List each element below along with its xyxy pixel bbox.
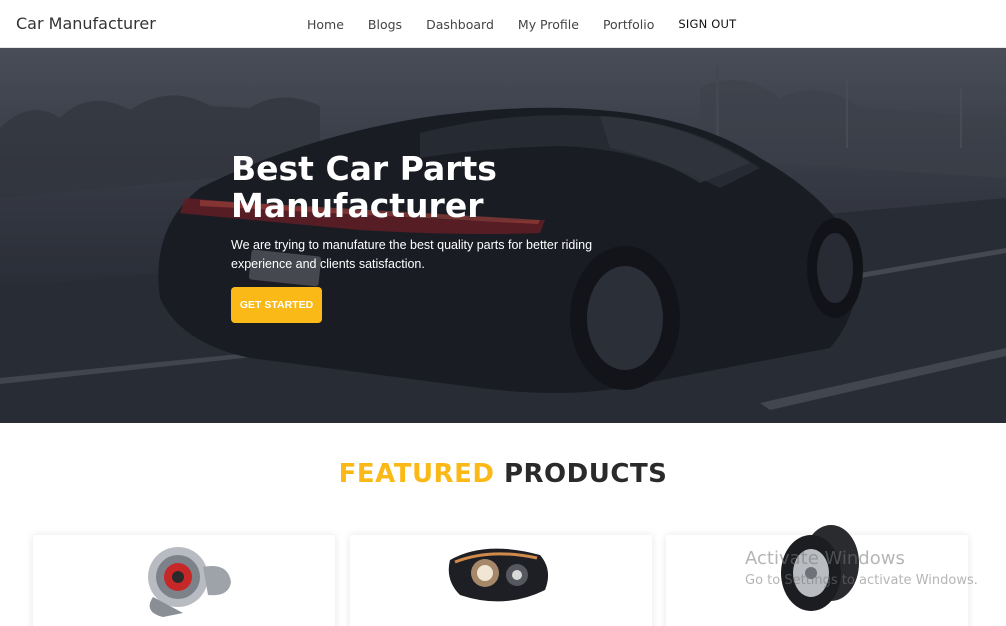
- get-started-button[interactable]: GET STARTED: [231, 287, 322, 323]
- hero-banner: Best Car Parts Manufacturer We are tryin…: [0, 48, 1006, 423]
- nav-portfolio[interactable]: Portfolio: [603, 17, 654, 32]
- brand-logo[interactable]: Car Manufacturer: [16, 14, 156, 33]
- product-card-headlight[interactable]: [350, 535, 652, 626]
- nav-home[interactable]: Home: [307, 17, 344, 32]
- featured-products-heading: FEATURED PRODUCTS: [0, 459, 1006, 489]
- hero-subtitle: We are trying to manufature the best qua…: [231, 238, 593, 271]
- nav-blogs[interactable]: Blogs: [368, 17, 402, 32]
- hero-title: Best Car Parts Manufacturer: [231, 149, 497, 225]
- sign-out-button[interactable]: SIGN OUT: [678, 17, 736, 32]
- nav-links: Home Blogs Dashboard My Profile Portfoli…: [307, 17, 760, 32]
- heading-accent-word: FEATURED: [338, 459, 495, 489]
- watermark-title: Activate Windows: [745, 548, 905, 569]
- nav-my-profile[interactable]: My Profile: [518, 17, 579, 32]
- heading-rest-word: PRODUCTS: [503, 459, 668, 489]
- headlight-icon: [448, 548, 549, 602]
- turbocharger-icon: [148, 547, 231, 617]
- nav-dashboard[interactable]: Dashboard: [426, 17, 494, 32]
- windows-activation-watermark: Activate Windows Go to Settings to activ…: [745, 548, 978, 588]
- product-card-turbo[interactable]: [33, 535, 335, 626]
- navbar: Car Manufacturer Home Blogs Dashboard My…: [0, 0, 1006, 48]
- watermark-subtitle: Go to Settings to activate Windows.: [745, 573, 978, 588]
